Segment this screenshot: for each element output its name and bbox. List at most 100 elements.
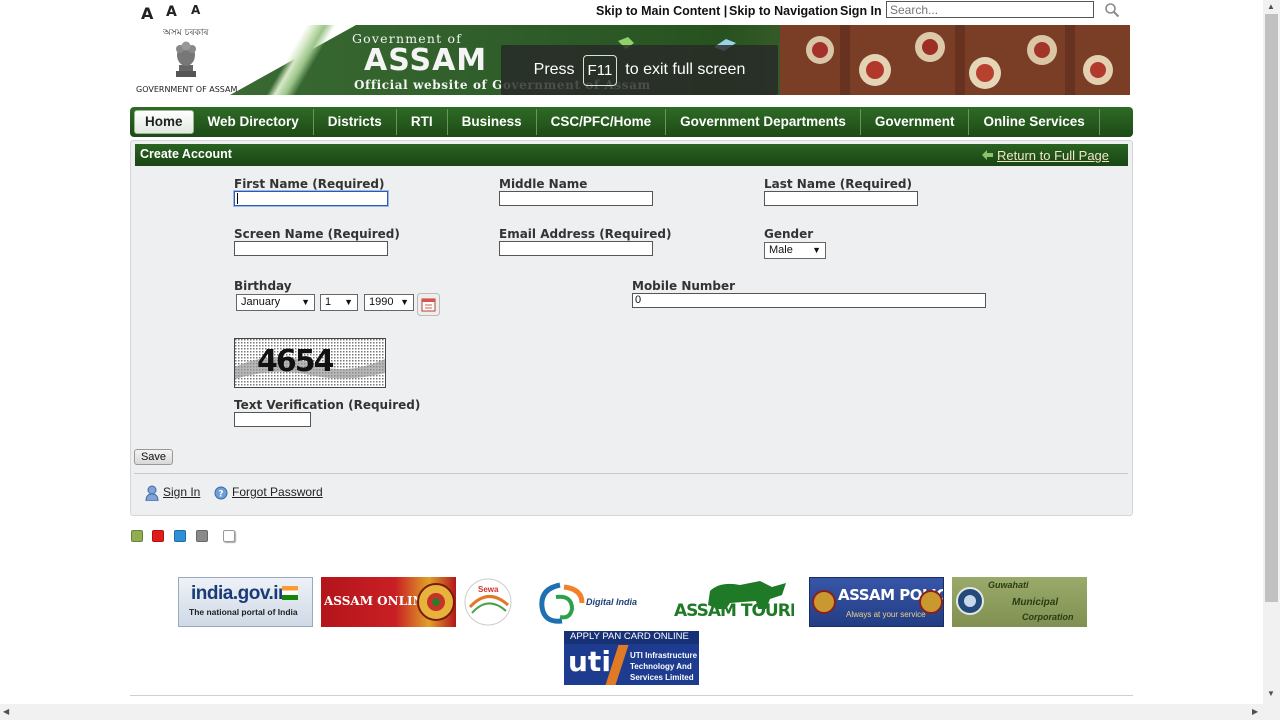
birth-day-select[interactable]: 1 ▼ (320, 294, 358, 311)
calendar-icon[interactable] (417, 293, 440, 316)
middle-name-label: Middle Name (499, 177, 588, 191)
theme-swatch-gray[interactable] (196, 530, 208, 542)
scroll-up-arrow-icon[interactable]: ▲ (1267, 2, 1275, 11)
assam-police-subtitle: Always at your service (846, 610, 926, 619)
horizontal-scrollbar[interactable] (0, 704, 1263, 720)
first-name-label: First Name (Required) (234, 177, 385, 191)
police-badge-left-icon (812, 590, 836, 614)
banner-swoosh (230, 25, 360, 95)
chevron-down-icon: ▼ (301, 297, 310, 307)
main-navigation: Home Web Directory Districts RTI Busines… (130, 107, 1133, 137)
gender-value: Male (769, 244, 793, 256)
birth-year-select[interactable]: 1990 ▼ (364, 294, 414, 311)
nav-rti[interactable]: RTI (397, 109, 448, 135)
pan-card-text: APPLY PAN CARD ONLINE (570, 631, 689, 642)
mobile-label: Mobile Number (632, 279, 736, 293)
pan-card-banner: APPLY PAN CARD ONLINE (564, 631, 699, 644)
nav-web-directory[interactable]: Web Directory (194, 109, 314, 135)
assam-tourism-text: ASSAM TOURISM (674, 601, 794, 621)
skip-navigation-link[interactable]: Skip to Navigation (729, 4, 838, 20)
theme-swatch-white[interactable] (223, 530, 235, 542)
nav-business[interactable]: Business (448, 109, 537, 135)
assam-tourism-logo[interactable]: ASSAM TOURISM (672, 577, 794, 627)
panel-title: Create Account (140, 147, 232, 161)
birth-month-value: January (241, 296, 281, 308)
user-icon (145, 485, 159, 501)
return-arrow-icon (982, 150, 993, 160)
nav-government-departments[interactable]: Government Departments (666, 109, 861, 135)
bihu-dancers-image (780, 25, 1130, 95)
india-gov-logo[interactable]: india.gov.in The national portal of Indi… (178, 577, 313, 627)
text-cursor (237, 193, 238, 204)
sewa-logo[interactable]: Sewa (464, 577, 514, 627)
japi-icon (417, 583, 455, 621)
gmc-seal-icon (956, 587, 984, 615)
police-badge-right-icon (919, 590, 943, 614)
gmc-line-1: Guwahati (988, 580, 1029, 590)
chevron-down-icon: ▼ (400, 297, 409, 307)
screen-name-field[interactable] (234, 241, 388, 256)
gender-label: Gender (764, 227, 814, 241)
assam-online-logo[interactable]: ASSAM ONLINE (321, 577, 456, 627)
mobile-field[interactable]: 0 (632, 293, 986, 308)
birth-day-value: 1 (325, 296, 332, 308)
nav-csc-pfc-home[interactable]: CSC/PFC/Home (537, 109, 667, 135)
panel-divider (134, 473, 1128, 474)
search-input[interactable] (886, 1, 1094, 18)
scroll-left-arrow-icon[interactable]: ◀ (3, 707, 9, 716)
birth-year-value: 1990 (369, 296, 394, 308)
emblem-caption: GOVERNMENT OF ASSAM (136, 85, 238, 94)
fullscreen-press-text: Press (533, 61, 575, 78)
font-size-medium-button[interactable]: A (166, 4, 177, 20)
vertical-scroll-thumb[interactable] (1265, 14, 1278, 602)
font-size-small-button[interactable]: A (191, 3, 200, 17)
nav-government[interactable]: Government (861, 109, 970, 135)
text-verification-field[interactable] (234, 412, 311, 427)
chevron-down-icon: ▼ (812, 245, 821, 255)
uti-subtitle-1: UTI Infrastructure (630, 651, 698, 660)
scroll-right-arrow-icon[interactable]: ▶ (1252, 707, 1258, 716)
digital-india-text: Digital India (586, 597, 638, 607)
uti-subtitle-2: Technology And (630, 662, 692, 671)
panel-header (135, 144, 1128, 166)
fullscreen-notice: Press F11 to exit full screen (501, 45, 778, 95)
india-gov-title: india.gov.in (191, 583, 290, 604)
digital-india-logo[interactable]: Digital India (538, 577, 643, 627)
footer-divider (130, 695, 1133, 696)
nav-districts[interactable]: Districts (314, 109, 397, 135)
nav-online-services[interactable]: Online Services (969, 109, 1100, 135)
forgot-password-link[interactable]: Forgot Password (232, 485, 323, 499)
birth-month-select[interactable]: January ▼ (236, 294, 315, 311)
assam-police-logo[interactable]: ASSAM POLICE Always at your service (809, 577, 944, 627)
font-size-large-button[interactable]: A (141, 4, 153, 23)
national-emblem-icon (176, 41, 196, 77)
skip-main-content-link[interactable]: Skip to Main Content | (596, 4, 727, 20)
guwahati-municipal-logo[interactable]: Guwahati Municipal Corporation (952, 577, 1087, 627)
uti-pan-card-logo[interactable]: APPLY PAN CARD ONLINE uti UTI Infrastruc… (564, 631, 699, 685)
save-button[interactable]: Save (134, 449, 173, 465)
india-gov-subtitle: The national portal of India (189, 607, 298, 617)
last-name-field[interactable] (764, 191, 918, 206)
sign-in-link[interactable]: Sign In (840, 4, 882, 20)
india-flag-icon (282, 586, 298, 600)
theme-swatch-red[interactable] (152, 530, 164, 542)
first-name-field[interactable] (234, 191, 388, 206)
gender-select[interactable]: Male ▼ (764, 242, 826, 259)
birthday-label: Birthday (234, 279, 292, 293)
digital-india-swirl (539, 582, 585, 624)
bottom-sign-in-link[interactable]: Sign In (163, 485, 200, 499)
search-icon[interactable] (1104, 2, 1120, 18)
f11-key: F11 (582, 54, 618, 86)
captcha-text: 4654 (257, 344, 334, 379)
email-label: Email Address (Required) (499, 227, 672, 241)
last-name-label: Last Name (Required) (764, 177, 913, 191)
email-field[interactable] (499, 241, 653, 256)
theme-swatch-green[interactable] (131, 530, 143, 542)
return-to-full-page-link[interactable]: Return to Full Page (997, 148, 1109, 163)
theme-swatch-blue[interactable] (174, 530, 186, 542)
fullscreen-rest-text: to exit full screen (625, 61, 746, 78)
middle-name-field[interactable] (499, 191, 653, 206)
scroll-down-arrow-icon[interactable]: ▼ (1267, 689, 1275, 698)
nav-home[interactable]: Home (134, 110, 194, 134)
sewa-text: Sewa (478, 585, 499, 594)
